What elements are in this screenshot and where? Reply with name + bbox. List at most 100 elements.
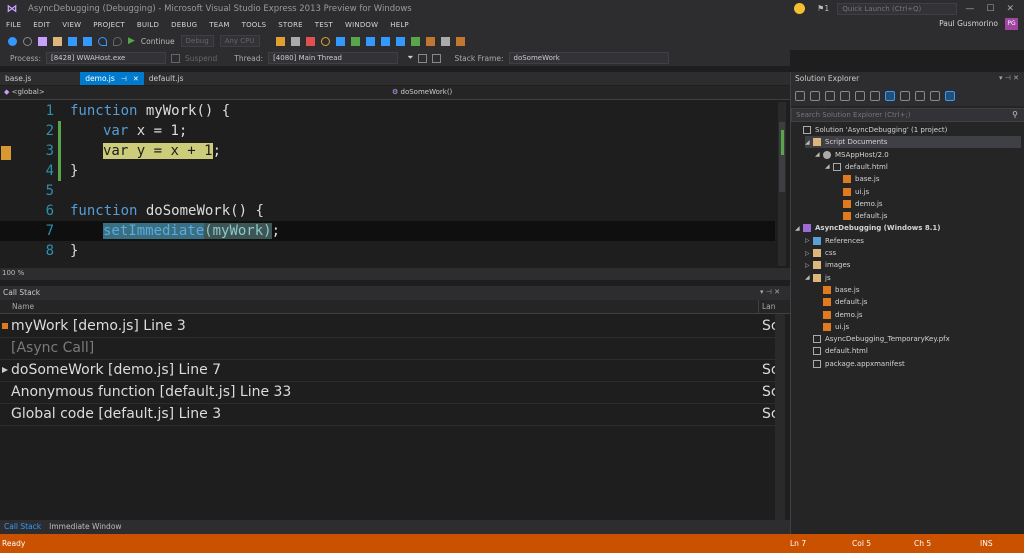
tree-node[interactable]: AsyncDebugging_TemporaryKey.pfx [805, 333, 950, 345]
member-dropdown[interactable]: ⚙ doSomeWork() [392, 88, 452, 96]
save-icon[interactable] [68, 36, 77, 46]
flag-thread-icon[interactable] [418, 53, 428, 63]
tab-default-js[interactable]: default.js [144, 72, 189, 85]
user-name[interactable]: Paul Gusmorino [939, 19, 998, 28]
solution-search-box[interactable]: Search Solution Explorer (Ctrl+;) ⚲ [791, 108, 1024, 122]
hex-display-icon[interactable] [410, 36, 420, 46]
search-input[interactable]: Search Solution Explorer (Ctrl+;) [796, 111, 911, 119]
code-line[interactable]: 8 } [0, 241, 775, 261]
tree-node[interactable]: default.js [835, 210, 887, 222]
tab-immediate-window[interactable]: Immediate Window [45, 520, 125, 534]
preview-selected-icon[interactable] [930, 91, 940, 101]
code-line-current[interactable]: 3 var y = x + 1; [0, 141, 775, 161]
code-line[interactable]: 5 [0, 181, 775, 201]
expand-arrow-icon[interactable]: ▷ [805, 250, 813, 257]
show-next-statement-icon[interactable] [350, 36, 360, 46]
close-icon[interactable]: ✕ [1013, 74, 1019, 82]
pending-changes-filter-icon[interactable] [840, 91, 850, 101]
threads-icon[interactable] [425, 36, 435, 46]
menu-test[interactable]: TEST [309, 21, 339, 29]
menu-view[interactable]: VIEW [56, 21, 87, 29]
expand-arrow-icon[interactable]: ◢ [795, 225, 803, 232]
back-icon[interactable] [795, 91, 805, 101]
tree-node[interactable]: demo.js [815, 309, 863, 321]
tree-node[interactable]: ◢ default.html [825, 161, 888, 173]
refresh-app-icon[interactable] [335, 36, 345, 46]
continue-button[interactable]: Continue [141, 37, 175, 46]
scope-dropdown[interactable]: ◆ <global> [4, 88, 45, 96]
solution-platform-dropdown[interactable]: Any CPU [219, 35, 260, 47]
tree-node[interactable]: base.js [835, 173, 880, 185]
minimize-button[interactable]: — [965, 4, 974, 14]
pause-icon[interactable] [290, 36, 300, 46]
tree-node[interactable]: ◢ Script Documents [805, 136, 1021, 149]
navigate-forward-icon[interactable] [23, 36, 32, 46]
menu-file[interactable]: FILE [0, 21, 27, 29]
expand-arrow-icon[interactable]: ◢ [805, 274, 813, 281]
call-stack-row[interactable]: Global code [default.js] Line 3 Sc [0, 404, 779, 426]
tree-node[interactable]: Solution 'AsyncDebugging' (1 project) [795, 124, 947, 136]
dropdown-icon[interactable]: ▾ [999, 74, 1003, 82]
call-stack-row[interactable]: myWork [demo.js] Line 3 Sc [0, 316, 779, 338]
tree-node[interactable]: ▷ css [805, 247, 836, 259]
stack-frame-dropdown[interactable]: doSomeWork [508, 52, 669, 64]
menu-tools[interactable]: TOOLS [236, 21, 273, 29]
suspend-button[interactable]: Suspend [185, 54, 217, 63]
save-all-icon[interactable] [83, 36, 92, 46]
open-file-icon[interactable] [53, 36, 62, 46]
tree-node[interactable]: demo.js [835, 198, 883, 210]
expand-arrow-icon[interactable]: ◢ [815, 151, 823, 158]
new-project-icon[interactable] [38, 36, 47, 46]
tree-node[interactable]: default.js [815, 296, 867, 308]
tree-node[interactable]: ◢ MSAppHost/2.0 [815, 149, 889, 161]
column-header-name[interactable]: Name [12, 302, 34, 311]
tree-node[interactable]: ui.js [815, 321, 849, 333]
menu-debug[interactable]: DEBUG [165, 21, 203, 29]
search-icon[interactable]: ⚲ [1012, 110, 1018, 119]
tree-node[interactable]: ◢ js [805, 272, 831, 284]
step-into-icon[interactable] [365, 36, 375, 46]
code-line[interactable]: 4 } [0, 161, 775, 181]
avatar[interactable]: PG [1005, 18, 1018, 30]
navigate-back-icon[interactable] [8, 36, 17, 46]
tab-call-stack[interactable]: Call Stack [0, 520, 45, 534]
tree-node[interactable]: default.html [805, 345, 868, 357]
home-icon[interactable] [825, 91, 835, 101]
menu-window[interactable]: WINDOW [339, 21, 384, 29]
properties-icon[interactable] [915, 91, 925, 101]
tab-base-js[interactable]: base.js [0, 72, 36, 85]
quick-launch-input[interactable]: Quick Launch (Ctrl+Q) [837, 2, 958, 15]
sync-active-document-icon[interactable] [855, 91, 865, 101]
code-line[interactable]: 1 function myWork() { [0, 101, 775, 121]
continue-play-icon[interactable]: ▶ [128, 36, 135, 46]
forward-icon[interactable] [810, 91, 820, 101]
toggle-breakpoint-icon[interactable] [455, 36, 465, 46]
call-stack-row[interactable]: Anonymous function [default.js] Line 33 … [0, 382, 779, 404]
redo-icon[interactable] [113, 36, 122, 46]
menu-build[interactable]: BUILD [131, 21, 165, 29]
undo-icon[interactable] [98, 36, 107, 46]
notifications-flag-icon[interactable]: ⚑1 [817, 4, 829, 13]
pin-icon[interactable]: ⊣ [121, 75, 127, 83]
break-all-icon[interactable] [275, 36, 285, 46]
tree-node[interactable]: ▷ images [805, 259, 850, 271]
refresh-icon[interactable] [870, 91, 880, 101]
editor-vertical-scrollbar[interactable] [778, 102, 786, 266]
call-stack-row[interactable]: [Async Call] [0, 338, 775, 360]
dropdown-icon[interactable]: ▾ [760, 288, 764, 296]
close-button[interactable]: ✕ [1006, 4, 1014, 14]
maximize-button[interactable]: ☐ [986, 4, 994, 14]
process-dropdown[interactable]: [8428] WWAHost.exe [45, 52, 166, 64]
view-icon[interactable] [945, 91, 955, 101]
call-stack-scrollbar[interactable] [775, 314, 785, 520]
tree-node[interactable]: ◢ AsyncDebugging (Windows 8.1) [795, 222, 940, 234]
step-over-icon[interactable] [380, 36, 390, 46]
tree-node[interactable]: ui.js [835, 186, 869, 198]
lifecycle-events-icon[interactable] [170, 53, 180, 63]
expand-arrow-icon[interactable]: ◢ [805, 139, 813, 146]
menu-project[interactable]: PROJECT [87, 21, 131, 29]
solution-config-dropdown[interactable]: Debug [180, 35, 214, 47]
tree-node[interactable]: package.appxmanifest [805, 358, 905, 370]
stop-debugging-icon[interactable] [305, 36, 315, 46]
code-line-caller[interactable]: 7 setImmediate(myWork); [0, 221, 775, 241]
